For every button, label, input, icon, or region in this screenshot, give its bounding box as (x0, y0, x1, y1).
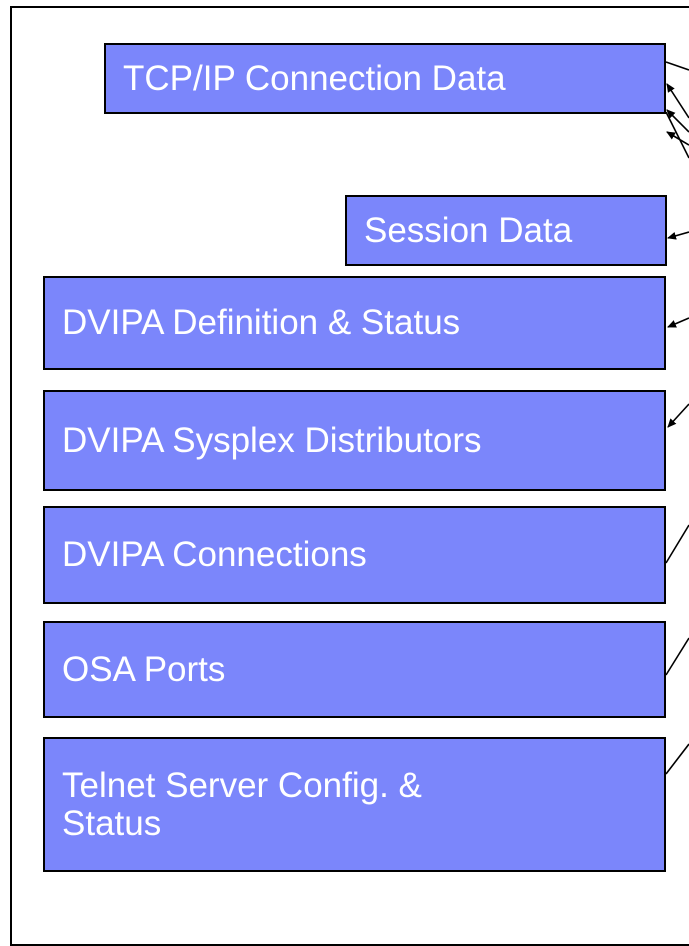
telnet-label-line2: Status (62, 803, 162, 843)
telnet-server-config-box[interactable]: Telnet Server Config. & Status (43, 737, 666, 872)
dvipa-connections-label: DVIPA Connections (62, 535, 367, 574)
osa-ports-label: OSA Ports (62, 649, 226, 689)
tcpip-connection-data-label: TCP/IP Connection Data (123, 58, 506, 98)
telnet-server-config-text: Telnet Server Config. & Status (62, 765, 422, 843)
dvipa-connections-box[interactable]: DVIPA Connections (43, 506, 666, 604)
tcpip-connection-data-box[interactable]: TCP/IP Connection Data (104, 43, 666, 114)
dvipa-sysplex-distributors-box[interactable]: DVIPA Sysplex Distributors (43, 390, 666, 491)
telnet-label-line1: Telnet Server Config. & (62, 765, 422, 805)
session-data-box[interactable]: Session Data (345, 195, 667, 266)
dvipa-definition-status-label: DVIPA Definition & Status (62, 303, 461, 342)
dvipa-sysplex-distributors-label: DVIPA Sysplex Distributors (62, 420, 482, 460)
session-data-label: Session Data (364, 210, 573, 250)
osa-ports-box[interactable]: OSA Ports (43, 621, 666, 718)
dvipa-definition-status-box[interactable]: DVIPA Definition & Status (43, 276, 666, 370)
